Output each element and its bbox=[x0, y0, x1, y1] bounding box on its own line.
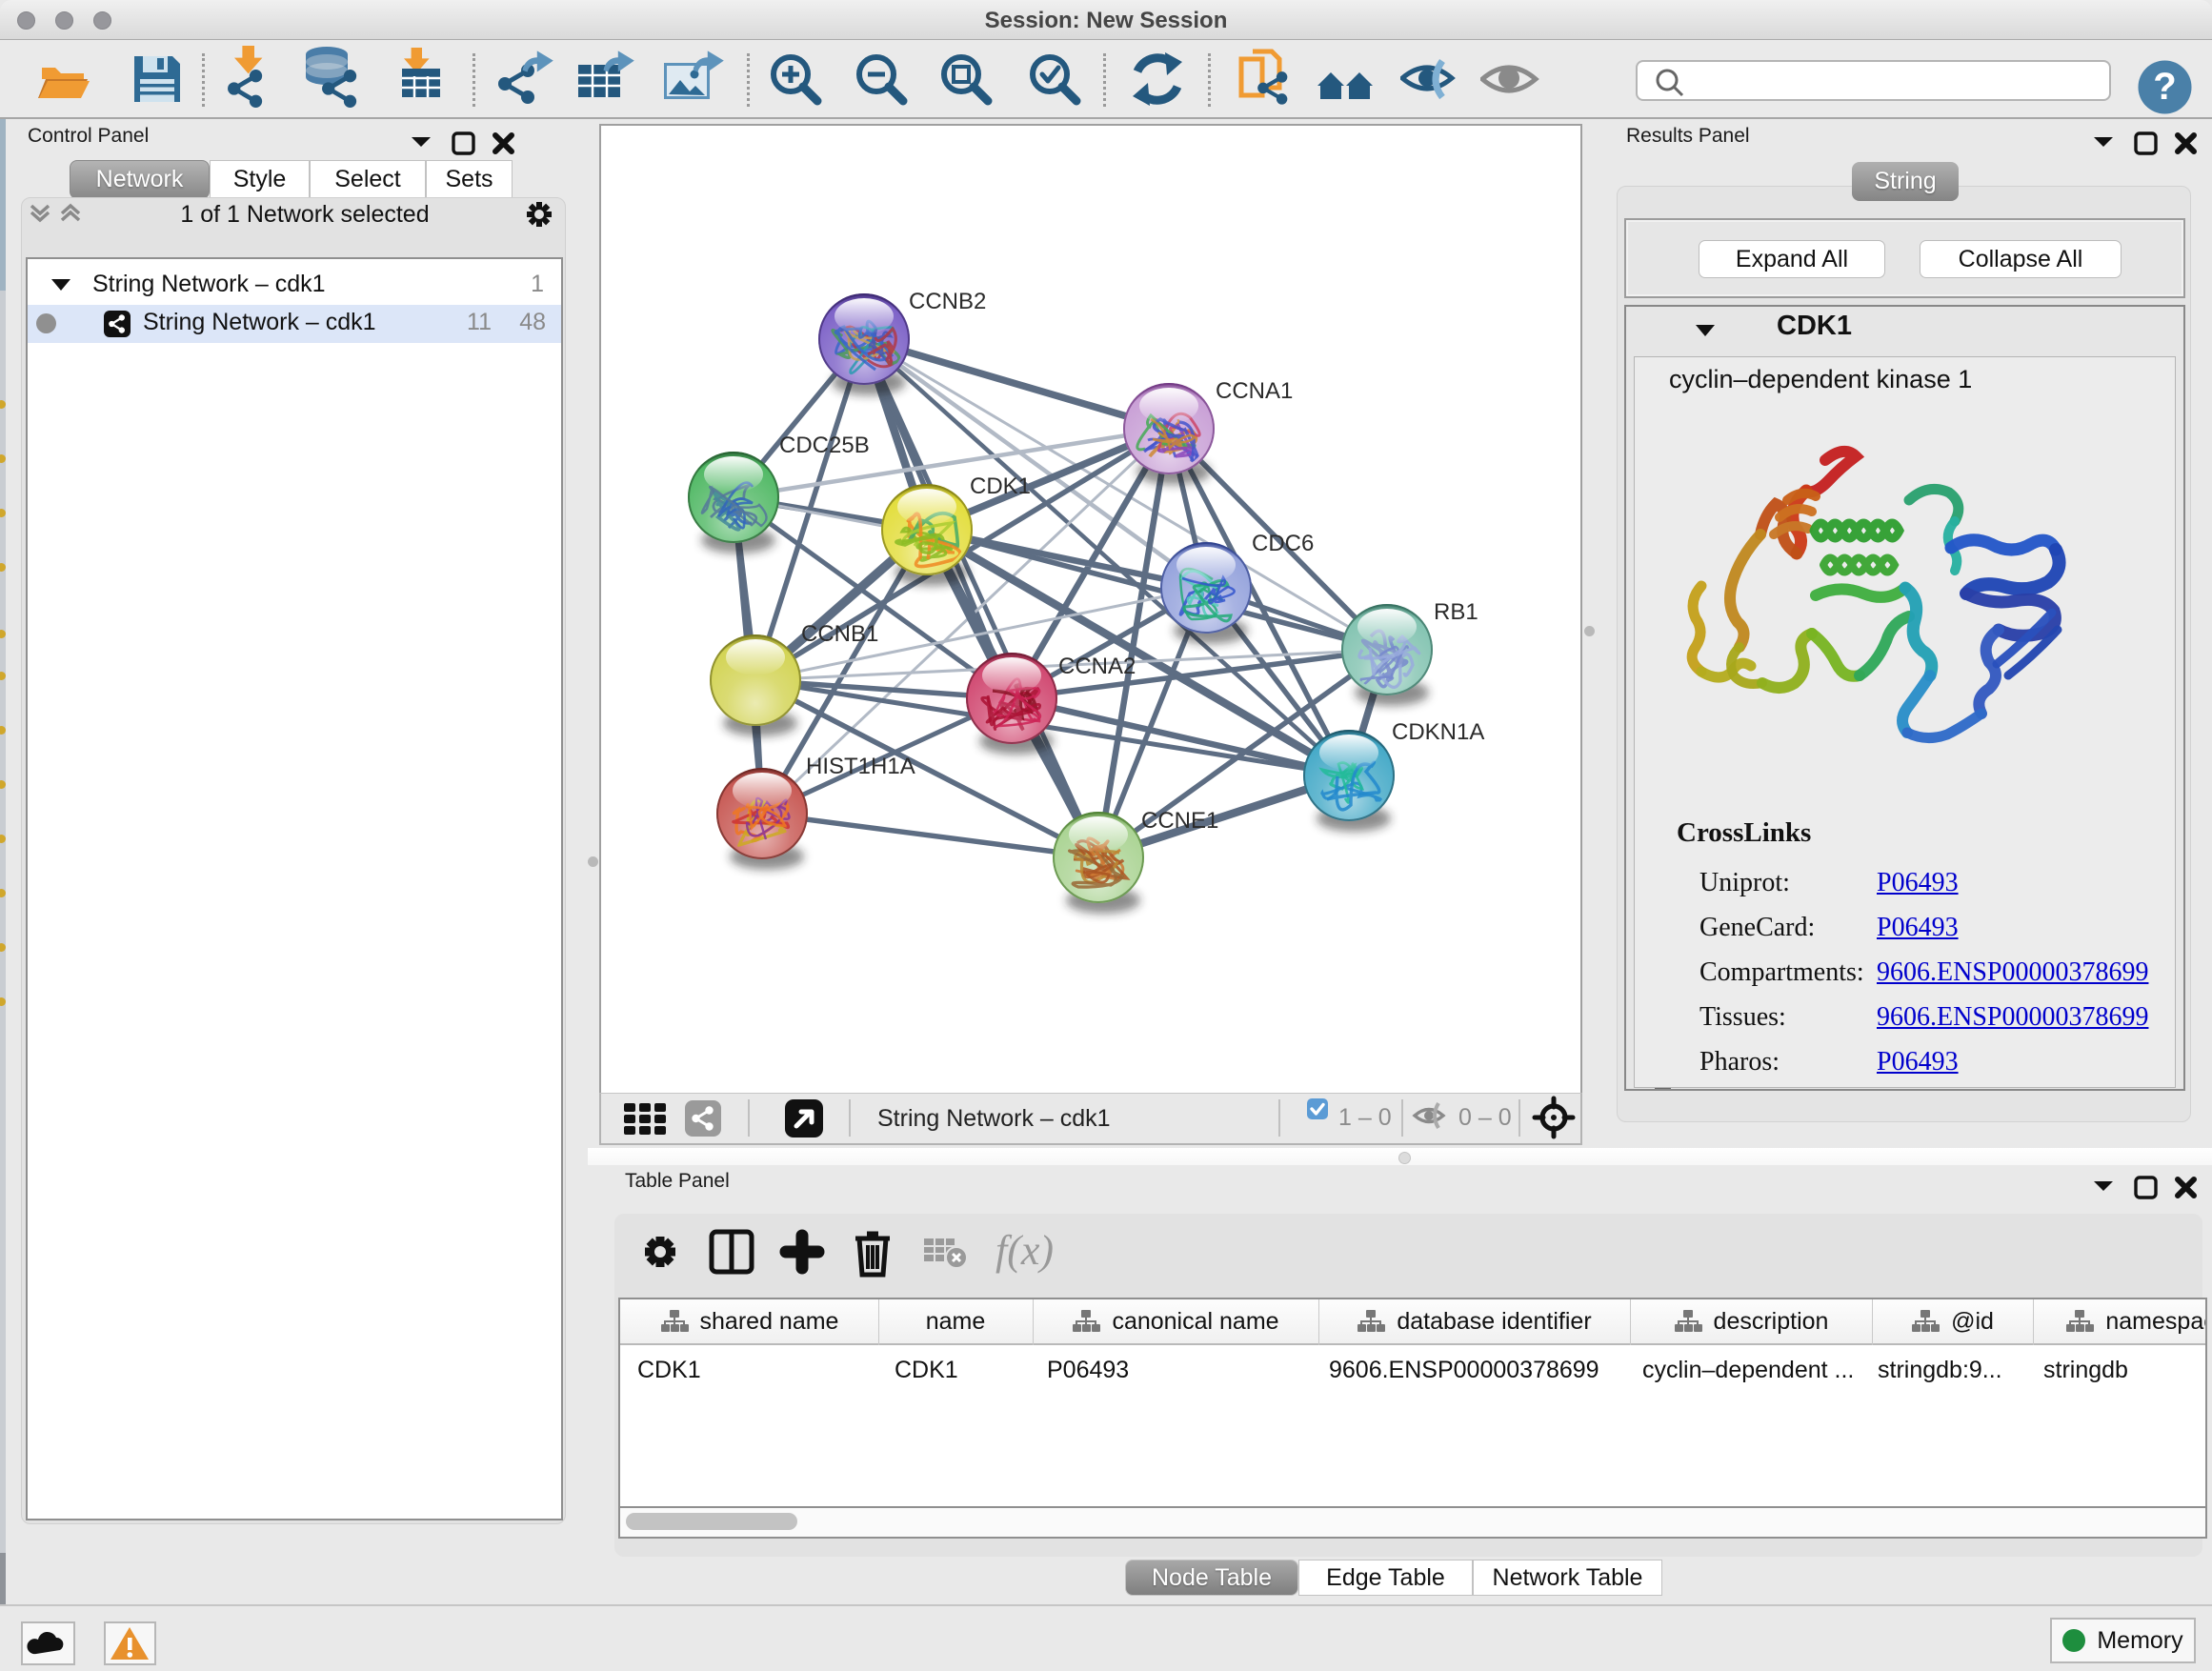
svg-text:1 – 0: 1 – 0 bbox=[1338, 1104, 1392, 1131]
svg-text:CDC6: CDC6 bbox=[1252, 531, 1314, 556]
svg-text:CDK1: CDK1 bbox=[970, 473, 1031, 499]
svg-text:0 – 0: 0 – 0 bbox=[1458, 1104, 1512, 1131]
svg-text:CCNB2: CCNB2 bbox=[909, 289, 986, 314]
svg-text:f(x): f(x) bbox=[995, 1227, 1054, 1274]
svg-text:CCNE1: CCNE1 bbox=[1141, 808, 1218, 834]
svg-text:String Network – cdk1: String Network – cdk1 bbox=[877, 1105, 1111, 1132]
svg-text:?: ? bbox=[2153, 66, 2176, 108]
svg-text:HIST1H1A: HIST1H1A bbox=[806, 754, 915, 779]
svg-text:RB1: RB1 bbox=[1434, 599, 1478, 625]
svg-text:CCNB1: CCNB1 bbox=[801, 621, 878, 647]
svg-text:CCNA1: CCNA1 bbox=[1216, 378, 1293, 404]
svg-text:1 of 1 Network selected: 1 of 1 Network selected bbox=[180, 201, 429, 228]
svg-text:CDKN1A: CDKN1A bbox=[1392, 719, 1484, 745]
svg-text:CCNA2: CCNA2 bbox=[1058, 654, 1136, 679]
svg-text:CDC25B: CDC25B bbox=[779, 433, 870, 458]
